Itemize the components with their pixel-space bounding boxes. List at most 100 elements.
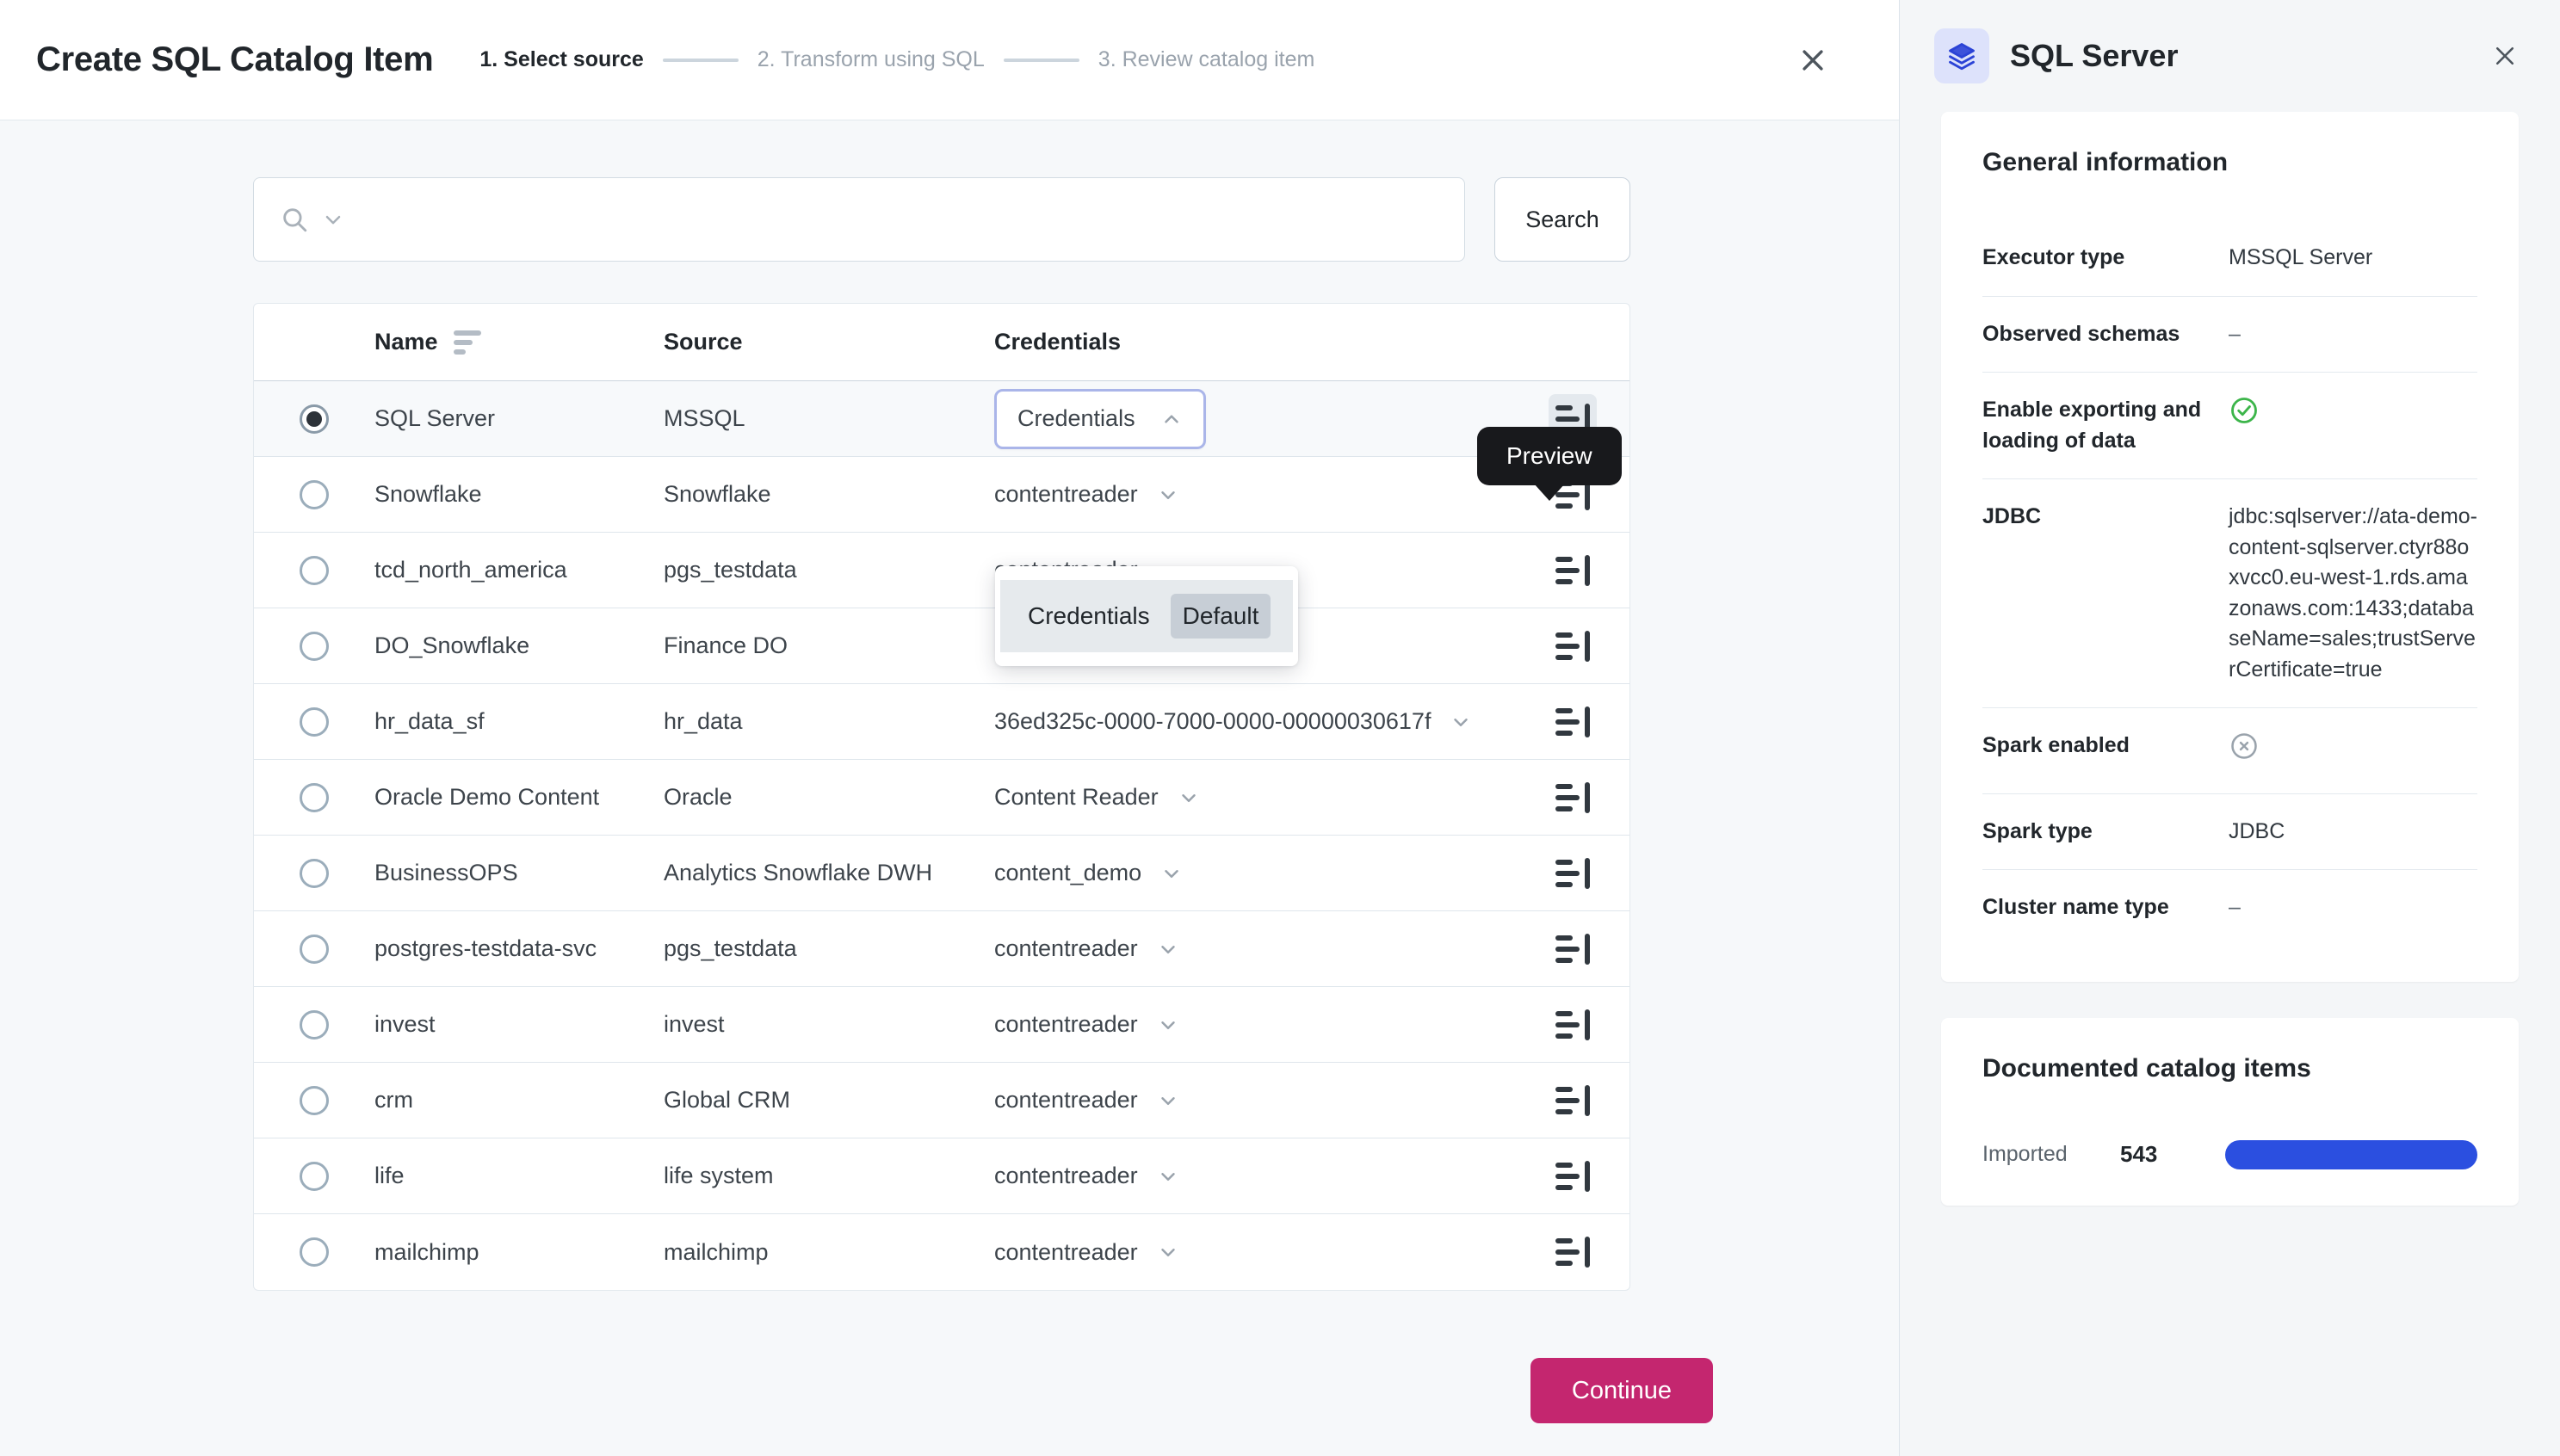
credentials-dropdown[interactable]: contentreader bbox=[994, 481, 1179, 508]
imported-progress-bar bbox=[2225, 1140, 2477, 1169]
credentials-dropdown[interactable]: Content Reader bbox=[994, 784, 1200, 811]
row-radio[interactable] bbox=[300, 1162, 329, 1191]
credentials-dropdown[interactable]: contentreader bbox=[994, 935, 1179, 962]
credentials-dropdown[interactable]: contentreader bbox=[994, 1163, 1179, 1189]
credentials-dropdown[interactable]: content_demo bbox=[994, 860, 1183, 886]
step-divider-2 bbox=[1004, 59, 1079, 62]
preview-icon bbox=[1555, 706, 1590, 737]
table-row[interactable]: BusinessOPS Analytics Snowflake DWH cont… bbox=[254, 836, 1629, 911]
credentials-dropdown[interactable]: Credentials bbox=[994, 389, 1206, 449]
preview-button[interactable] bbox=[1549, 1000, 1597, 1050]
row-name: hr_data_sf bbox=[374, 708, 664, 735]
field-label: Enable exporting and loading of data bbox=[1982, 395, 2229, 456]
imported-row: Imported 543 bbox=[1982, 1126, 2477, 1169]
credentials-dropdown-value: Credentials bbox=[1017, 405, 1135, 432]
chevron-down-icon bbox=[1450, 711, 1472, 733]
row-radio[interactable] bbox=[300, 632, 329, 661]
row-select-cell bbox=[254, 556, 374, 585]
modal-body: Search Name Source Credentials bbox=[0, 120, 1899, 1325]
search-button[interactable]: Search bbox=[1494, 177, 1630, 262]
row-credentials: contentreader bbox=[994, 1163, 1516, 1189]
field-value: MSSQL Server bbox=[2229, 243, 2477, 274]
preview-button[interactable] bbox=[1549, 1227, 1597, 1277]
row-radio[interactable] bbox=[300, 935, 329, 964]
app-root: Create SQL Catalog Item 1. Select source… bbox=[0, 0, 2560, 1456]
field-label: JDBC bbox=[1982, 502, 2229, 533]
preview-button[interactable] bbox=[1549, 924, 1597, 974]
row-select-cell bbox=[254, 632, 374, 661]
preview-button[interactable] bbox=[1549, 773, 1597, 823]
preview-icon bbox=[1555, 934, 1590, 965]
row-credentials: content_demo bbox=[994, 860, 1516, 886]
table-row[interactable]: life life system contentreader bbox=[254, 1138, 1629, 1214]
create-sql-catalog-item-modal: Create SQL Catalog Item 1. Select source… bbox=[0, 0, 1899, 1456]
credentials-dropdown[interactable]: contentreader bbox=[994, 1011, 1179, 1038]
documented-catalog-items-title: Documented catalog items bbox=[1982, 1054, 2477, 1083]
search-field[interactable] bbox=[253, 177, 1465, 262]
step-review-catalog-item[interactable]: 3. Review catalog item bbox=[1098, 47, 1315, 72]
close-icon[interactable] bbox=[1789, 36, 1837, 84]
preview-button[interactable] bbox=[1549, 1151, 1597, 1201]
row-credentials: contentreader bbox=[994, 1011, 1516, 1038]
continue-button[interactable]: Continue bbox=[1530, 1358, 1713, 1423]
layers-icon bbox=[1934, 28, 1989, 83]
table-row[interactable]: mailchimp mailchimp contentreader bbox=[254, 1214, 1629, 1290]
row-radio[interactable] bbox=[300, 404, 329, 434]
table-row[interactable]: SQL Server MSSQL Credentials bbox=[254, 381, 1629, 457]
row-select-cell bbox=[254, 480, 374, 509]
table-row[interactable]: invest invest contentreader bbox=[254, 987, 1629, 1063]
preview-button[interactable] bbox=[1549, 697, 1597, 747]
row-source: hr_data bbox=[664, 708, 994, 735]
column-header-credentials[interactable]: Credentials bbox=[994, 329, 1516, 355]
chevron-down-icon bbox=[1178, 787, 1200, 809]
credentials-dropdown-menu[interactable]: Credentials Default bbox=[995, 566, 1298, 666]
row-name: mailchimp bbox=[374, 1239, 664, 1266]
table-row[interactable]: crm Global CRM contentreader bbox=[254, 1063, 1629, 1138]
row-source: Oracle bbox=[664, 784, 994, 811]
search-input[interactable] bbox=[357, 207, 1438, 233]
preview-button[interactable] bbox=[1549, 621, 1597, 671]
row-radio[interactable] bbox=[300, 859, 329, 888]
step-select-source[interactable]: 1. Select source bbox=[479, 47, 643, 72]
search-row: Search bbox=[253, 177, 1630, 262]
documented-catalog-items-card: Documented catalog items Imported 543 bbox=[1941, 1018, 2519, 1206]
credentials-dropdown[interactable]: 36ed325c-0000-7000-0000-00000030617f bbox=[994, 708, 1472, 735]
row-actions bbox=[1516, 924, 1629, 974]
table-row[interactable]: tcd_north_america pgs_testdata contentre… bbox=[254, 533, 1629, 608]
row-radio[interactable] bbox=[300, 1237, 329, 1267]
chevron-down-icon[interactable] bbox=[321, 207, 345, 231]
column-header-source[interactable]: Source bbox=[664, 329, 994, 355]
preview-button[interactable] bbox=[1549, 848, 1597, 898]
credentials-option-credentials[interactable]: Credentials bbox=[1016, 594, 1162, 639]
row-radio[interactable] bbox=[300, 1010, 329, 1040]
row-actions bbox=[1516, 621, 1629, 671]
row-actions bbox=[1516, 848, 1629, 898]
table-row[interactable]: Oracle Demo Content Oracle Content Reade… bbox=[254, 760, 1629, 836]
row-actions bbox=[1516, 1000, 1629, 1050]
preview-button[interactable] bbox=[1549, 546, 1597, 595]
column-header-name[interactable]: Name bbox=[374, 329, 664, 355]
row-source: mailchimp bbox=[664, 1239, 994, 1266]
details-panel: SQL Server General information Executor … bbox=[1899, 0, 2560, 1456]
table-row[interactable]: hr_data_sf hr_data 36ed325c-0000-7000-00… bbox=[254, 684, 1629, 760]
chevron-down-icon bbox=[1157, 1241, 1179, 1263]
search-icon bbox=[280, 205, 309, 234]
table-row[interactable]: postgres-testdata-svc pgs_testdata conte… bbox=[254, 911, 1629, 987]
table-row[interactable]: Snowflake Snowflake contentreader bbox=[254, 457, 1629, 533]
step-transform-using-sql[interactable]: 2. Transform using SQL bbox=[757, 47, 985, 72]
field-value bbox=[2229, 731, 2477, 771]
credentials-dropdown[interactable]: contentreader bbox=[994, 1087, 1179, 1114]
row-radio[interactable] bbox=[300, 707, 329, 737]
table-row[interactable]: DO_Snowflake Finance DO default bbox=[254, 608, 1629, 684]
row-radio[interactable] bbox=[300, 556, 329, 585]
close-icon[interactable] bbox=[2484, 35, 2526, 77]
preview-button[interactable] bbox=[1549, 1076, 1597, 1126]
sort-icon[interactable] bbox=[454, 330, 481, 355]
imported-label: Imported bbox=[1982, 1142, 2120, 1167]
credentials-option-default[interactable]: Default bbox=[1171, 594, 1271, 639]
credentials-dropdown[interactable]: contentreader bbox=[994, 1239, 1179, 1266]
row-radio[interactable] bbox=[300, 480, 329, 509]
row-radio[interactable] bbox=[300, 783, 329, 812]
row-radio[interactable] bbox=[300, 1086, 329, 1115]
credentials-dropdown-value: contentreader bbox=[994, 1163, 1138, 1189]
